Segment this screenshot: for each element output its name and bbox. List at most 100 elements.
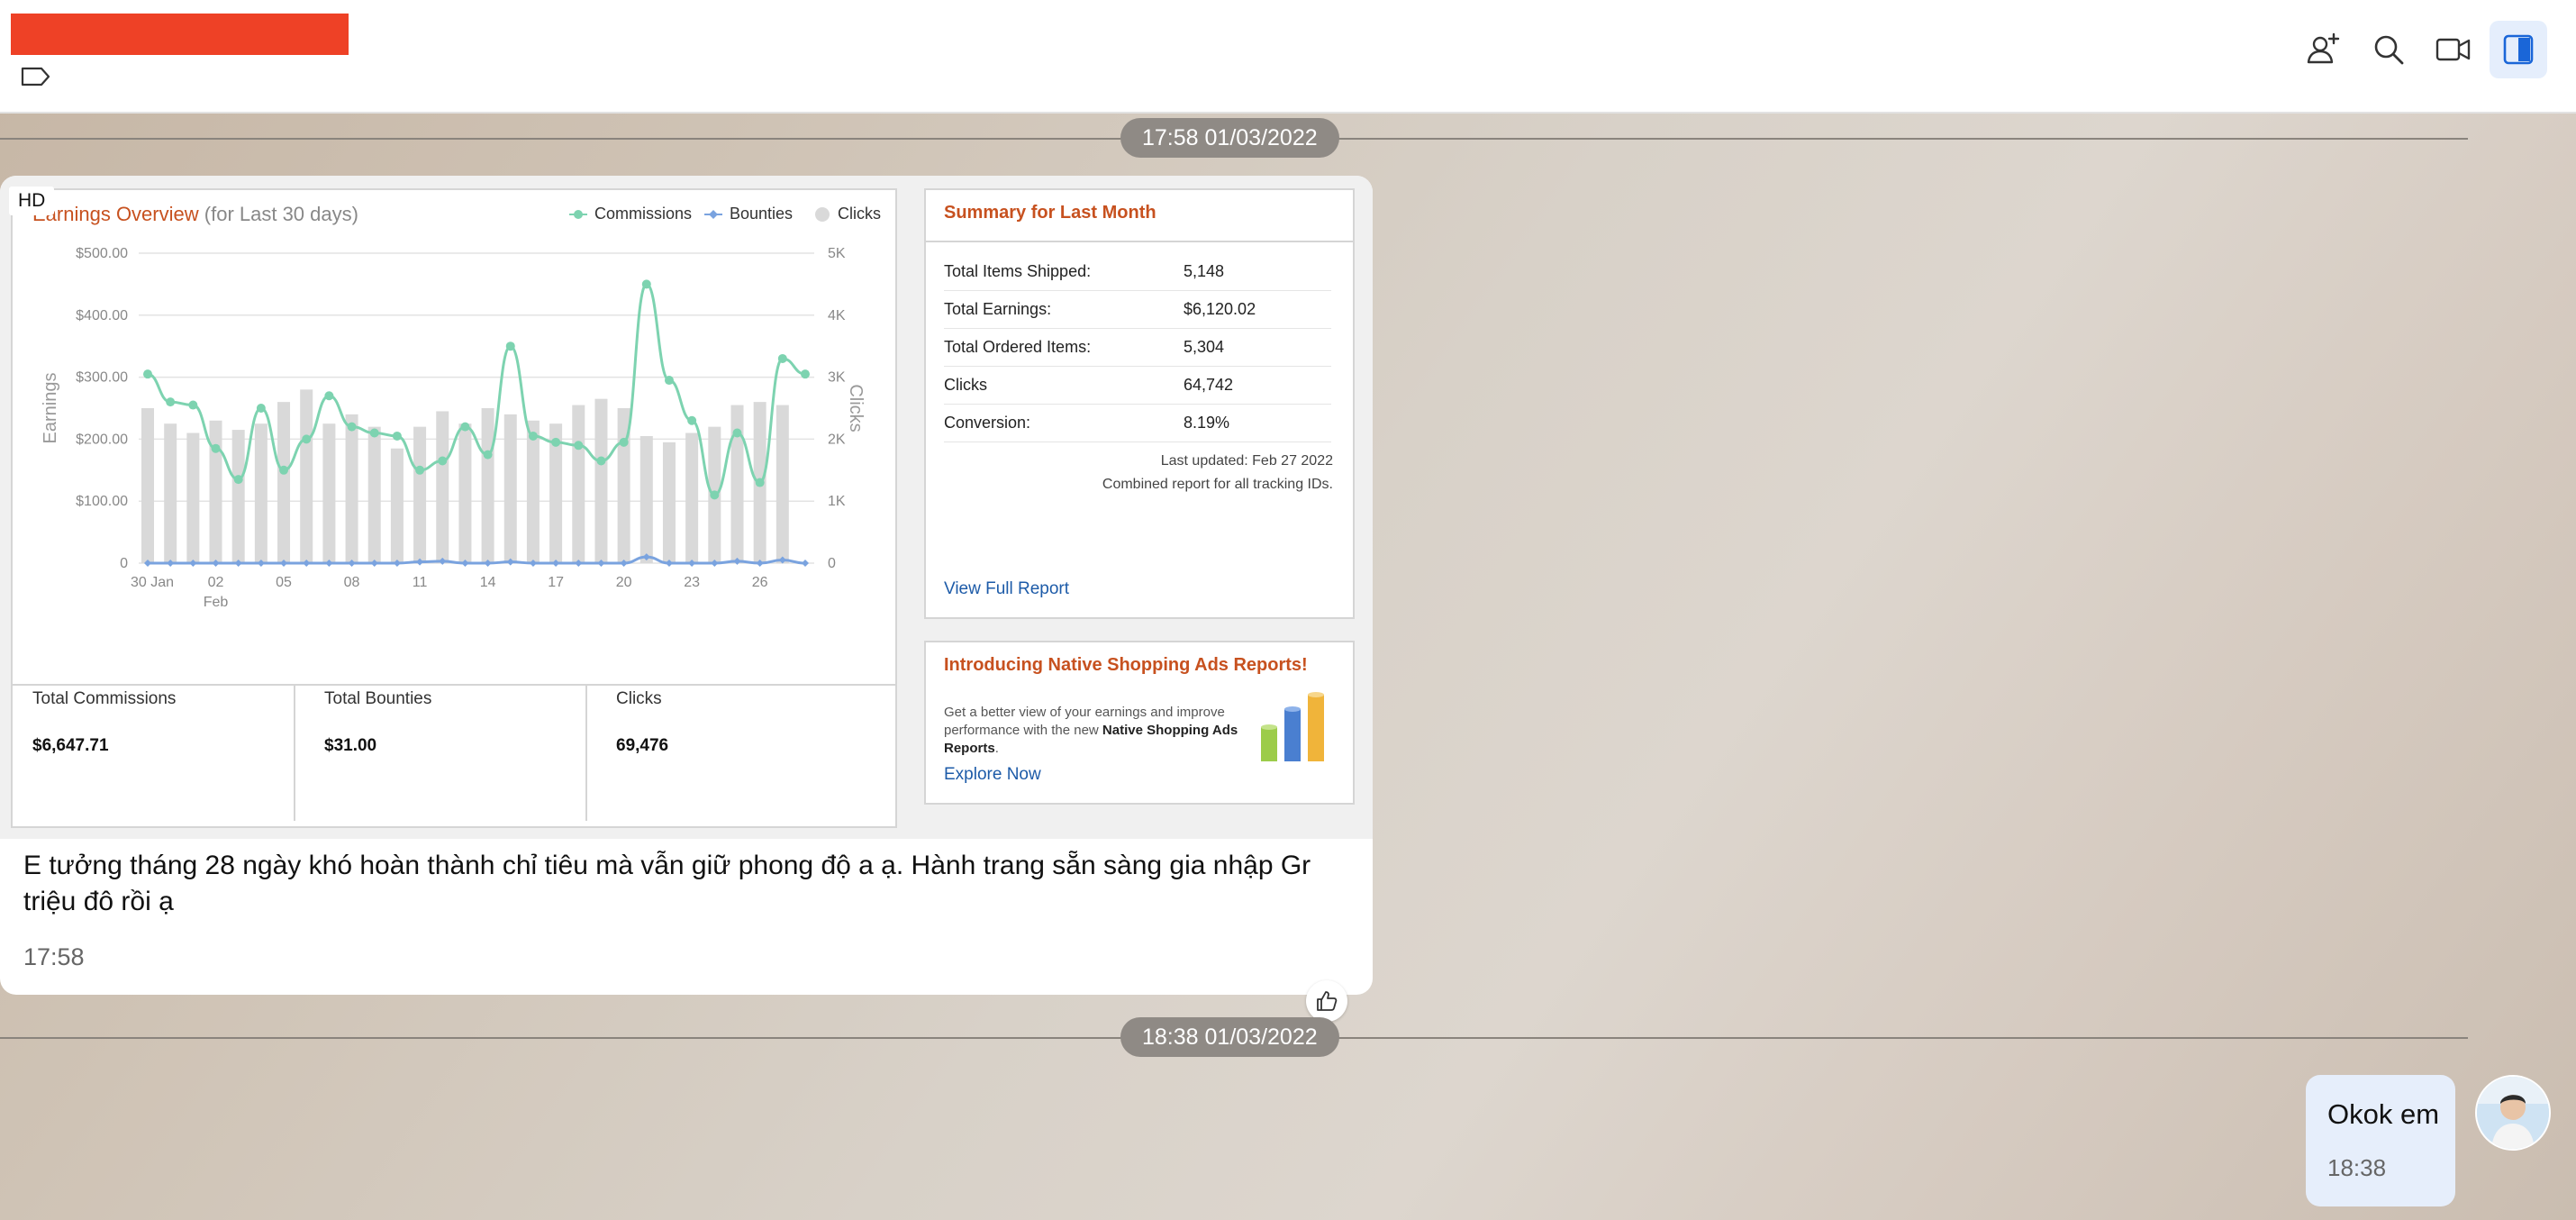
combined-report-note: Combined report for all tracking IDs. <box>1102 477 1333 492</box>
x-sublabel: Feb <box>204 595 229 610</box>
y2-tick-label: 3K <box>828 370 846 386</box>
commissions-point <box>302 434 312 444</box>
commissions-point <box>528 431 538 441</box>
commissions-point <box>166 397 176 407</box>
y2-tick-label: 4K <box>828 308 846 323</box>
summary-row: Conversion: 8.19% <box>944 405 1331 442</box>
clicks-bar <box>662 442 676 563</box>
stat-label: Total Commissions <box>32 689 177 708</box>
promo-title: Introducing Native Shopping Ads Reports! <box>944 655 1308 675</box>
commissions-point <box>641 279 651 289</box>
commissions-point <box>347 422 357 432</box>
attached-screenshot[interactable]: HD Earnings Overview (for Last 30 days) … <box>0 176 1373 839</box>
view-full-report-link[interactable]: View Full Report <box>944 579 1069 599</box>
redacted-chat-title <box>11 14 349 55</box>
clicks-bar <box>209 420 222 563</box>
like-reaction-button[interactable] <box>1306 980 1347 1022</box>
clicks-bar <box>277 402 291 563</box>
search-button[interactable] <box>2360 21 2417 78</box>
tag-icon[interactable] <box>20 66 52 87</box>
commissions-point <box>369 428 379 438</box>
x-tick-label: 23 <box>684 575 700 590</box>
commissions-point <box>256 404 266 413</box>
summary-title: Summary for Last Month <box>944 203 1156 223</box>
commissions-point <box>460 422 470 432</box>
bounties-point <box>802 560 809 567</box>
commissions-point <box>279 465 289 475</box>
bounties-line <box>147 555 806 565</box>
x-tick-label: 17 <box>548 575 564 590</box>
commissions-point <box>687 415 697 425</box>
time-divider-label: 17:58 01/03/2022 <box>1120 118 1339 158</box>
y-axis-title: Earnings <box>41 373 60 444</box>
commissions-point <box>505 341 515 351</box>
avatar[interactable] <box>2475 1075 2551 1151</box>
video-call-button[interactable] <box>2425 21 2482 78</box>
earnings-chart: $500.00 5K $400.00 4K $300.00 3K $200.00 2K $100… <box>41 246 866 610</box>
x-tick-label: 20 <box>616 575 632 590</box>
clicks-bar <box>458 423 472 563</box>
commissions-point <box>777 353 787 363</box>
summary-row-label: Total Earnings: <box>944 300 1052 318</box>
video-call-icon <box>2435 38 2471 61</box>
earnings-overview-panel: Earnings Overview (for Last 30 days) Com… <box>11 188 897 828</box>
clicks-bar <box>254 423 268 563</box>
clicks-bar <box>526 420 540 563</box>
stat-label: Clicks <box>616 689 662 708</box>
clicks-bar <box>141 408 154 563</box>
y2-tick-label: 2K <box>828 432 846 447</box>
stat-value: $6,647.71 <box>32 736 109 755</box>
clicks-bar <box>231 430 245 563</box>
commissions-point <box>664 376 674 386</box>
summary-row-label: Total Items Shipped: <box>944 262 1092 280</box>
clicks-bar <box>481 408 494 563</box>
x-tick-label: 26 <box>752 575 768 590</box>
x-tick-label: 30 Jan <box>131 575 174 590</box>
summary-row-value: 8.19% <box>1184 414 1230 432</box>
avatar-image <box>2477 1077 2549 1149</box>
hd-badge: HD <box>9 187 55 215</box>
y-tick-label: $200.00 <box>76 432 128 447</box>
message-text: Okok em <box>2327 1098 2440 1130</box>
summary-panel: Summary for Last Month Total Items Shipp… <box>924 188 1355 619</box>
clicks-bar <box>594 398 608 563</box>
commissions-point <box>551 437 561 447</box>
commissions-point <box>415 465 425 475</box>
commissions-point <box>801 369 810 379</box>
summary-row: Clicks 64,742 <box>944 367 1331 405</box>
commissions-point <box>438 456 448 466</box>
summary-row-label: Conversion: <box>944 414 1031 432</box>
summary-row-value: 64,742 <box>1184 376 1234 394</box>
clicks-stat: Clicks 69,476 <box>616 689 904 756</box>
clicks-bar <box>164 423 177 563</box>
commissions-point <box>483 450 493 460</box>
outgoing-message-bubble[interactable]: Okok em 18:38 <box>2306 1075 2455 1206</box>
commissions-point <box>233 475 243 485</box>
commissions-point <box>596 456 606 466</box>
commissions-point <box>710 490 720 500</box>
last-updated-note: Last updated: Feb 27 2022 <box>1160 453 1333 469</box>
clicks-bar <box>503 414 517 563</box>
y2-tick-label: 5K <box>828 246 846 261</box>
incoming-message-card[interactable]: HD Earnings Overview (for Last 30 days) … <box>0 176 1373 995</box>
y2-tick-label: 1K <box>828 494 846 509</box>
y-tick-label: $300.00 <box>76 370 128 386</box>
clicks-bar <box>776 405 789 563</box>
message-time: 18:38 <box>2327 1154 2387 1181</box>
x-tick-label: 11 <box>413 575 428 590</box>
y-tick-label: $500.00 <box>76 246 128 261</box>
message-time: 17:58 <box>23 943 85 970</box>
total-commissions-stat: Total Commissions $6,647.71 <box>32 689 321 756</box>
x-tick-label: 14 <box>480 575 496 590</box>
sidebar-toggle-button[interactable] <box>2490 21 2547 78</box>
stats-top-border <box>13 684 895 686</box>
summary-row: Total Items Shipped: 5,148 <box>944 253 1331 291</box>
explore-now-link[interactable]: Explore Now <box>944 765 1041 785</box>
summary-title-border <box>926 241 1353 242</box>
time-divider-label: 18:38 01/03/2022 <box>1120 1017 1339 1057</box>
add-member-button[interactable] <box>2295 21 2353 78</box>
thumbs-up-icon <box>1317 991 1338 1011</box>
y-tick-label: $400.00 <box>76 308 128 323</box>
clicks-bar <box>300 389 313 563</box>
summary-row-value: 5,304 <box>1184 338 1225 356</box>
